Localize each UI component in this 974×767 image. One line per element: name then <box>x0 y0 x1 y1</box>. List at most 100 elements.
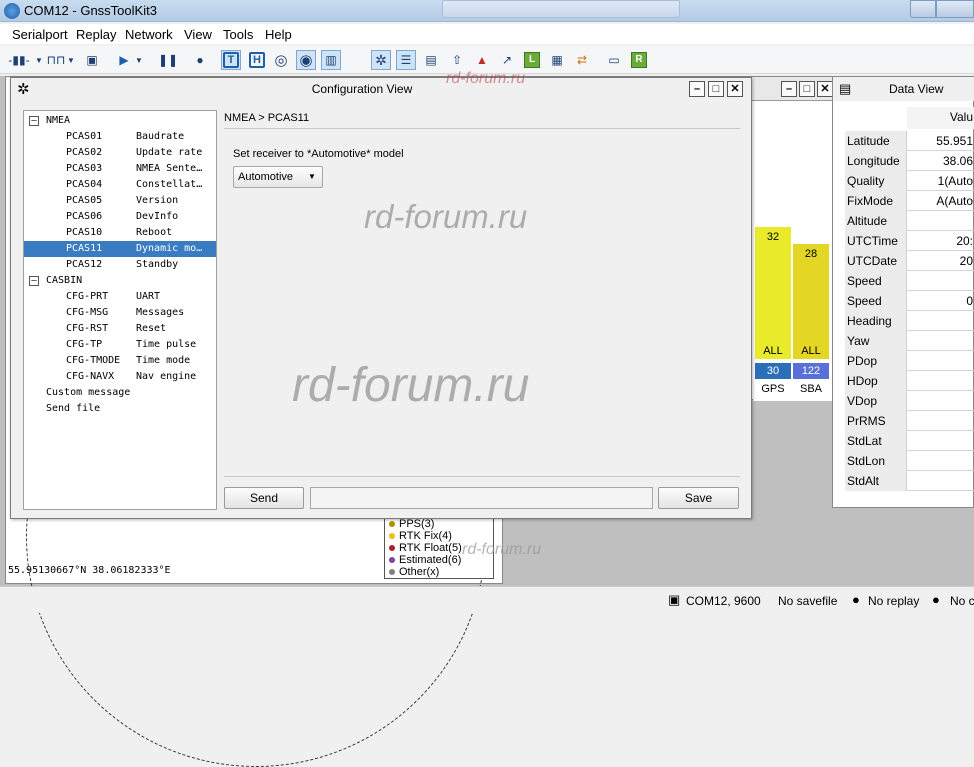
command-input[interactable] <box>310 487 653 509</box>
menu-tools[interactable]: Tools <box>223 27 253 42</box>
fix-legend: PPS(3) RTK Fix(4) RTK Float(5) Estimated(6)… <box>384 515 494 579</box>
data-row-value: 20 <box>959 254 973 268</box>
menu-view[interactable]: View <box>184 27 212 42</box>
document-icon[interactable]: ▤ <box>421 50 441 70</box>
minimize-button[interactable] <box>910 0 936 18</box>
data-row: Speed 0 <box>845 291 974 311</box>
tree-item[interactable]: PCAS06 DevInfo <box>24 209 216 225</box>
command-tree: – NMEA PCAS01 Baudrate PCAS02 Update rate PCAS… <box>23 110 217 510</box>
tree-item-command: CFG-MSG <box>66 307 109 318</box>
breadcrumb: NMEA > PCAS11 <box>224 112 310 124</box>
data-row-value: 1(Auto <box>937 174 973 188</box>
dialog-header: ✲ Configuration View – □ ✕ <box>11 78 751 100</box>
tree-item[interactable]: PCAS05 Version <box>24 193 216 209</box>
tree-item-command: PCAS03 <box>66 163 103 174</box>
skyplot-icon[interactable]: ◉ <box>296 50 316 70</box>
pause-icon[interactable]: ❚❚ <box>158 50 178 70</box>
tree-item[interactable]: PCAS01 Baudrate <box>24 129 216 145</box>
upload-icon[interactable]: ⇧ <box>447 50 467 70</box>
menu-serialport[interactable]: Serialport <box>12 27 68 42</box>
menu-replay[interactable]: Replay <box>76 27 116 42</box>
panel-maximize-button[interactable]: □ <box>799 81 815 97</box>
dialog-title: Configuration View <box>311 82 413 96</box>
tree-item[interactable]: CFG-PRT UART <box>24 289 216 305</box>
play-icon[interactable]: ▶ <box>114 50 134 70</box>
text-view-button[interactable]: T <box>221 50 241 70</box>
tree-group-label: CASBIN <box>46 275 83 286</box>
swap-icon[interactable]: ⇄ <box>572 50 592 70</box>
dialog-maximize-button[interactable]: □ <box>708 81 724 97</box>
connect-icon[interactable]: -▮▮- <box>6 50 32 70</box>
hex-view-button[interactable]: H <box>247 50 267 70</box>
legend-item: RTK Fix(4) <box>389 530 452 542</box>
save-icon[interactable]: ▣ <box>82 50 102 70</box>
signal-chart-icon[interactable]: ▥ <box>321 50 341 70</box>
save-button[interactable]: Save <box>658 487 739 509</box>
value-column-header: Valu <box>907 107 974 129</box>
menu-network[interactable]: Network <box>125 27 173 42</box>
table-icon: ▤ <box>839 81 852 96</box>
data-row: Quality 1(Auto <box>845 171 974 191</box>
data-row-value <box>907 271 974 291</box>
grid-icon[interactable]: ▦ <box>547 50 567 70</box>
data-list-icon[interactable]: ☰ <box>396 50 416 70</box>
microphone-icon: ● <box>932 592 940 607</box>
target-icon[interactable]: ◎ <box>271 50 291 70</box>
collapse-icon[interactable]: – <box>29 116 39 126</box>
microphone-icon[interactable]: ● <box>190 50 210 70</box>
tree-item[interactable]: PCAS11 Dynamic mo… <box>24 241 216 257</box>
data-row-key: HDop <box>845 371 907 391</box>
panel-close-button[interactable]: ✕ <box>817 81 833 97</box>
tree-item[interactable]: PCAS12 Standby <box>24 257 216 273</box>
configuration-dialog: ✲ Configuration View – □ ✕ – NMEA PCAS01 Ba… <box>10 77 752 519</box>
level-button[interactable]: L <box>522 50 542 70</box>
pulse-icon[interactable]: ⊓⊓ <box>46 50 66 70</box>
tree-group[interactable]: – NMEA <box>24 113 216 129</box>
data-row-value <box>907 351 974 371</box>
replay-status: No replay <box>868 594 920 608</box>
settings-icon[interactable]: ✲ <box>371 50 391 70</box>
record-button[interactable]: R <box>629 50 649 70</box>
tree-item[interactable]: CFG-NAVX Nav engine <box>24 369 216 385</box>
tree-root-item[interactable]: Send file <box>24 401 216 417</box>
tree-item[interactable]: PCAS02 Update rate <box>24 145 216 161</box>
dialog-minimize-button[interactable]: – <box>689 81 705 97</box>
tree-item-command: CFG-PRT <box>66 291 109 302</box>
collapse-icon[interactable]: – <box>29 276 39 286</box>
model-select[interactable]: Automotive ▼ <box>233 166 323 188</box>
navigation-icon[interactable]: ▲ <box>472 50 492 70</box>
tree-item[interactable]: CFG-MSG Messages <box>24 305 216 321</box>
tree-item[interactable]: CFG-TP Time pulse <box>24 337 216 353</box>
maximize-button[interactable] <box>936 0 974 18</box>
data-row-key: UTCTime <box>845 231 907 251</box>
window-layout-icon[interactable]: ▭ <box>604 50 624 70</box>
menu-help[interactable]: Help <box>265 27 292 42</box>
send-button[interactable]: Send <box>224 487 304 509</box>
port-status: COM12, 9600 <box>686 594 761 608</box>
tree-item[interactable]: CFG-TMODE Time mode <box>24 353 216 369</box>
data-view-panel: ▤ Data View Valu Latitude 55.951 Longitude… <box>832 76 974 508</box>
tree-item-description: DevInfo <box>136 211 179 222</box>
toolbar: -▮▮- ▼ ⊓⊓ ▼ ▣ ▶ ▼ ❚❚ ● T H ◎ ◉ ▥ ✲ ☰ ▤ ⇧… <box>0 46 974 74</box>
legend-label: RTK Fix(4) <box>399 530 452 542</box>
tree-item[interactable]: CFG-RST Reset <box>24 321 216 337</box>
data-row-key: Speed <box>845 271 907 291</box>
data-row-key: StdAlt <box>845 471 907 491</box>
tree-item[interactable]: PCAS03 NMEA Sente… <box>24 161 216 177</box>
tree-group[interactable]: – CASBIN <box>24 273 216 289</box>
chevron-down-icon[interactable]: ▼ <box>134 50 144 70</box>
tree-item[interactable]: PCAS04 Constellat… <box>24 177 216 193</box>
chart-axes-icon[interactable]: ↗ <box>497 50 517 70</box>
tree-item-command: PCAS06 <box>66 211 103 222</box>
tree-item-description: Reset <box>136 323 167 334</box>
tree-root-item[interactable]: Custom message <box>24 385 216 401</box>
dialog-close-button[interactable]: ✕ <box>727 81 743 97</box>
tree-item-description: Nav engine <box>136 371 197 382</box>
model-select-value: Automotive <box>238 171 294 183</box>
data-row: StdLon <box>845 451 974 471</box>
chevron-down-icon[interactable]: ▼ <box>34 50 44 70</box>
chevron-down-icon[interactable]: ▼ <box>66 50 76 70</box>
panel-minimize-button[interactable]: – <box>781 81 797 97</box>
data-row-value <box>907 311 974 331</box>
tree-item[interactable]: PCAS10 Reboot <box>24 225 216 241</box>
